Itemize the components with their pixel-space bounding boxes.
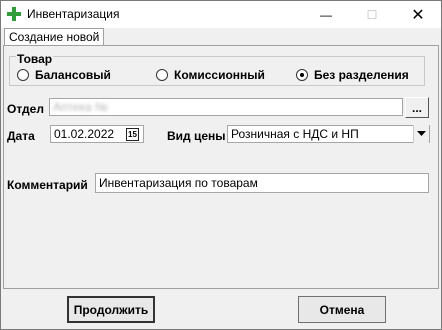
date-label: Дата: [7, 129, 35, 143]
radio-no-split[interactable]: Без разделения: [296, 68, 409, 82]
dialog-window: Инвентаризация — ☐ ✕ Создание новой Това…: [0, 0, 442, 330]
department-browse-button[interactable]: ...: [405, 97, 429, 118]
radio-balance-label: Балансовый: [35, 68, 111, 82]
goods-group-legend: Товар: [16, 52, 54, 66]
green-cross-icon: [7, 7, 21, 21]
tab-panel: Товар Балансовый Комиссионный Без раздел…: [3, 45, 439, 289]
radio-balance[interactable]: Балансовый: [17, 68, 111, 82]
department-label: Отдел: [7, 102, 44, 116]
continue-button[interactable]: Продолжить: [67, 296, 155, 323]
cancel-button[interactable]: Отмена: [298, 296, 386, 323]
price-type-dropdown-button[interactable]: [413, 125, 429, 143]
title-bar: Инвентаризация — ☐ ✕: [1, 1, 441, 28]
minimize-button[interactable]: —: [303, 1, 349, 28]
radio-commission-indicator: [156, 69, 168, 81]
price-type-value: Розничная с НДС и НП: [231, 127, 359, 141]
comment-value: Инвентаризация по товарам: [99, 176, 258, 190]
radio-no-split-label: Без разделения: [314, 68, 409, 82]
price-type-label: Вид цены: [167, 129, 226, 143]
close-button[interactable]: ✕: [395, 1, 441, 28]
close-icon: ✕: [411, 6, 425, 24]
continue-button-label: Продолжить: [73, 302, 149, 317]
ellipsis-icon: ...: [411, 100, 422, 115]
date-value: 01.02.2022: [54, 127, 115, 141]
radio-balance-indicator: [17, 69, 29, 81]
radio-commission[interactable]: Комиссионный: [156, 68, 265, 82]
price-type-select[interactable]: Розничная с НДС и НП: [227, 125, 430, 143]
tab-create-new[interactable]: Создание новой: [4, 28, 105, 46]
department-value: Аптека №: [53, 100, 108, 114]
maximize-icon: ☐: [366, 7, 378, 22]
maximize-button: ☐: [349, 1, 395, 28]
comment-label: Комментарий: [7, 178, 88, 192]
minimize-icon: —: [320, 7, 332, 22]
department-field[interactable]: Аптека №: [49, 98, 403, 116]
radio-commission-label: Комиссионный: [174, 68, 265, 82]
chevron-down-icon: [417, 131, 426, 136]
comment-field[interactable]: Инвентаризация по товарам: [95, 173, 429, 193]
window-title: Инвентаризация: [27, 7, 120, 21]
radio-no-split-indicator: [296, 69, 308, 81]
cancel-button-label: Отмена: [319, 302, 365, 317]
calendar-icon[interactable]: 15: [126, 128, 139, 141]
